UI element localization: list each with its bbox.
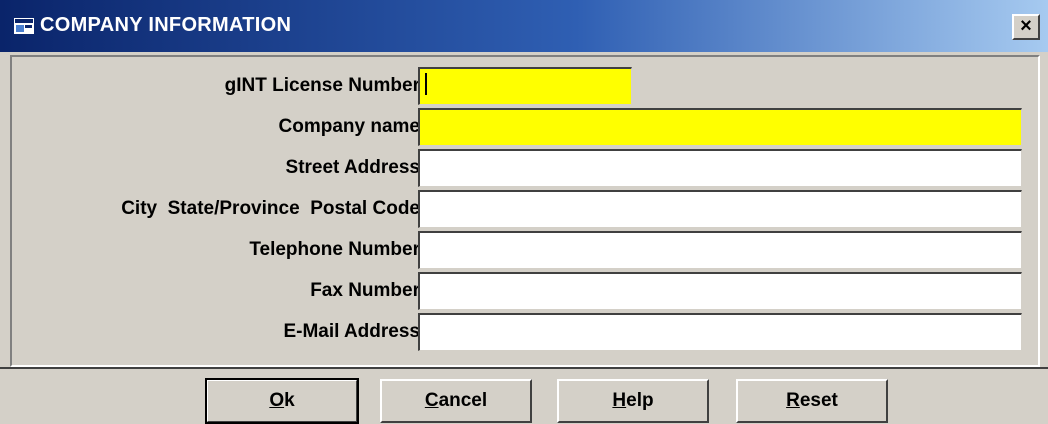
cancel-label-rest: ancel <box>438 390 488 411</box>
ok-mnemonic: O <box>269 390 285 411</box>
telephone-label: Telephone Number <box>249 239 420 260</box>
telephone-row: Telephone Number <box>12 231 1038 269</box>
license-number-field[interactable] <box>418 67 632 105</box>
email-label: E-Mail Address <box>283 321 420 342</box>
reset-button[interactable]: Reset <box>736 379 888 423</box>
city-state-postal-field[interactable] <box>418 190 1022 228</box>
street-address-label: Street Address <box>285 157 420 178</box>
license-number-row: gINT License Number <box>12 67 1038 105</box>
close-button[interactable]: × <box>1012 14 1040 40</box>
app-window-icon <box>14 18 34 34</box>
button-bar: Ok Cancel Help Reset <box>0 367 1048 424</box>
title-bar[interactable]: COMPANY INFORMATION × <box>0 0 1048 52</box>
city-state-postal-label: City State/Province Postal Code <box>121 198 420 219</box>
fax-row: Fax Number <box>12 272 1038 310</box>
email-field[interactable] <box>418 313 1022 351</box>
company-name-field[interactable] <box>418 108 1022 146</box>
city-state-postal-row: City State/Province Postal Code <box>12 190 1038 228</box>
reset-label-rest: eset <box>799 390 838 411</box>
street-address-row: Street Address <box>12 149 1038 187</box>
help-mnemonic: H <box>612 390 627 411</box>
email-row: E-Mail Address <box>12 313 1038 351</box>
help-label-rest: elp <box>626 390 654 411</box>
street-address-field[interactable] <box>418 149 1022 187</box>
company-information-dialog: COMPANY INFORMATION × gINT License Numbe… <box>0 0 1048 424</box>
help-button[interactable]: Help <box>557 379 709 423</box>
reset-mnemonic: R <box>786 390 800 411</box>
text-caret <box>425 73 427 95</box>
cancel-button[interactable]: Cancel <box>380 379 532 423</box>
license-number-label: gINT License Number <box>224 75 420 96</box>
telephone-field[interactable] <box>418 231 1022 269</box>
form-panel: gINT License Number Company name Street … <box>10 55 1040 367</box>
cancel-mnemonic: C <box>424 390 439 411</box>
fax-field[interactable] <box>418 272 1022 310</box>
ok-label-rest: k <box>284 390 295 411</box>
company-name-row: Company name <box>12 108 1038 146</box>
company-name-label: Company name <box>278 116 420 137</box>
ok-button[interactable]: Ok <box>205 378 359 424</box>
dialog-title: COMPANY INFORMATION <box>40 14 292 36</box>
fax-label: Fax Number <box>310 280 420 301</box>
close-icon: × <box>1020 15 1032 37</box>
